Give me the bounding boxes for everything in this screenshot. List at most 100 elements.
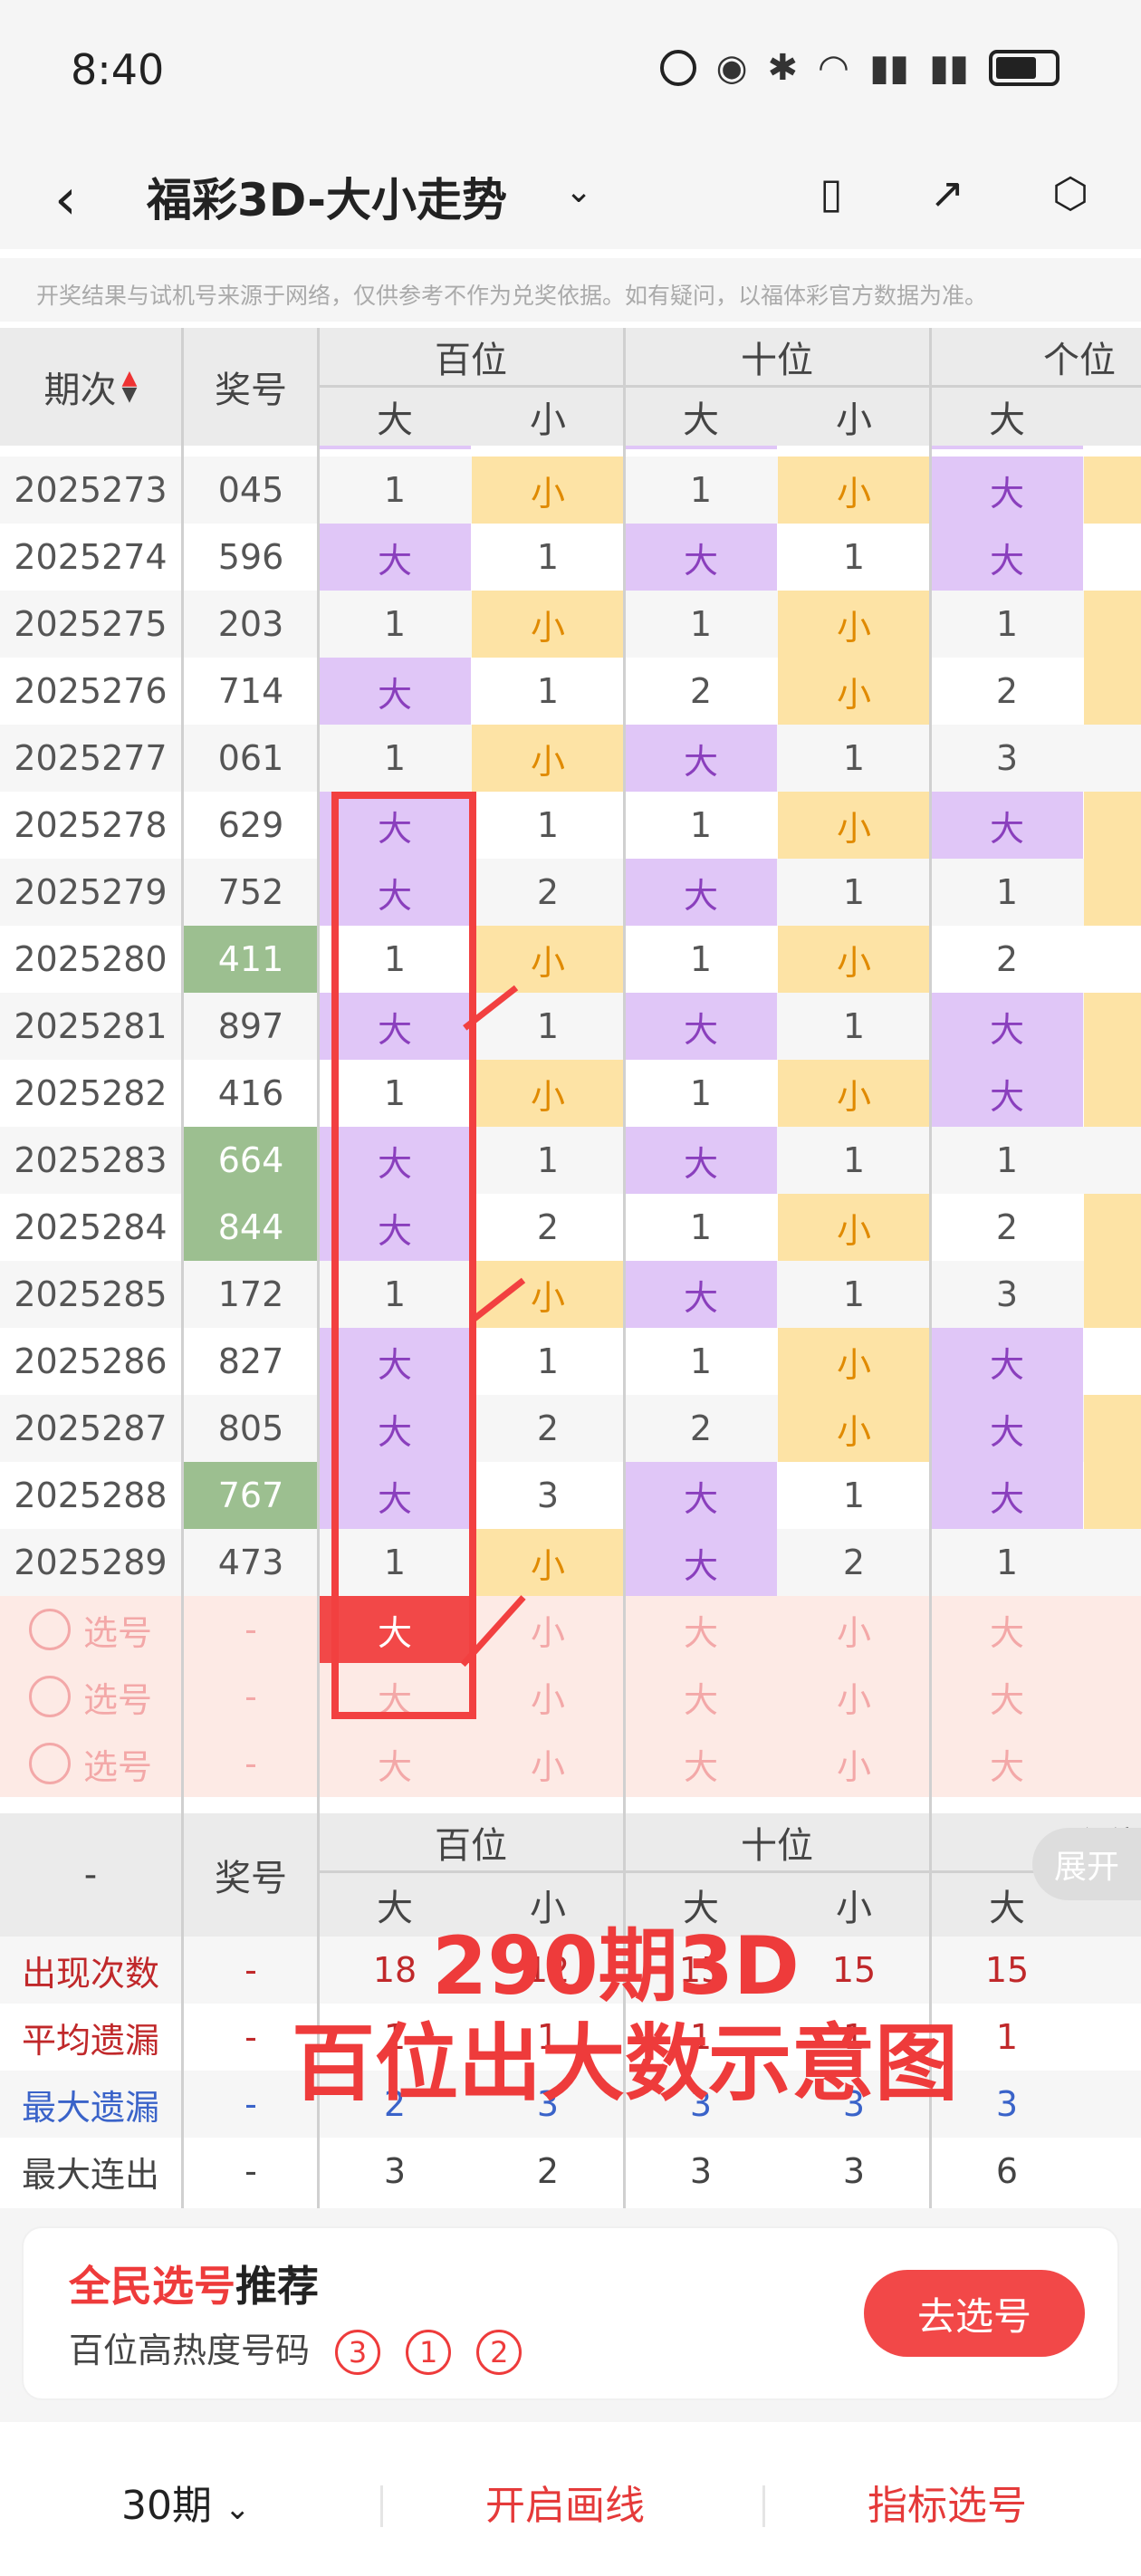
number-cell: 045 bbox=[217, 470, 284, 510]
partial-cell bbox=[1084, 591, 1141, 658]
radio-icon[interactable] bbox=[28, 1743, 71, 1784]
pick-cell[interactable]: 小 bbox=[778, 1596, 930, 1663]
sub-big: 大 bbox=[377, 399, 413, 441]
device-icon[interactable]: ▯ bbox=[802, 164, 860, 222]
stats-value: 2 bbox=[536, 2151, 560, 2191]
trend-cell: 大 bbox=[931, 993, 1083, 1060]
period-cell: 2025276 bbox=[14, 671, 168, 711]
trend-cell: 小 bbox=[778, 1395, 930, 1462]
trend-cell: 1 bbox=[842, 738, 866, 778]
trend-cell: 1 bbox=[689, 1207, 713, 1247]
battery-icon bbox=[989, 50, 1060, 86]
pick-row[interactable]: 选号 - 大小大小大 bbox=[0, 1596, 1141, 1663]
trend-cell: 1 bbox=[995, 1543, 1019, 1582]
pick-label[interactable]: 选号 bbox=[0, 1663, 181, 1730]
trend-cell: 1 bbox=[536, 671, 560, 711]
trend-cell: 2 bbox=[536, 1207, 560, 1247]
trend-cell: 大 bbox=[625, 1529, 777, 1596]
pick-row[interactable]: 选号 - 大小大小大 bbox=[0, 1730, 1141, 1797]
period-header[interactable]: 期次 ▲ ▼ bbox=[0, 328, 181, 446]
annotation-title: 290期3D bbox=[432, 1919, 800, 2013]
radio-icon[interactable] bbox=[28, 1609, 71, 1650]
table-row: 2025275 203 1 小 1 小 1 bbox=[0, 591, 1141, 658]
pick-label[interactable]: 选号 bbox=[0, 1596, 181, 1663]
stats-header: - 奖号 百位 十位 个位 大 小 大 小 大 bbox=[0, 1813, 1141, 1937]
pick-cell[interactable]: 小 bbox=[472, 1730, 624, 1797]
stats-row: 最大连出 - 3 2 3 3 6 bbox=[0, 2138, 1141, 2205]
period-cell: 2025284 bbox=[14, 1207, 168, 1247]
partial-cell bbox=[1084, 926, 1141, 993]
pick-cell[interactable]: 小 bbox=[778, 1663, 930, 1730]
pick-cell[interactable]: 大 bbox=[931, 1596, 1083, 1663]
trend-cell: 小 bbox=[472, 1529, 624, 1596]
grid-divider bbox=[181, 328, 184, 1813]
table-row: 2025279 752 大 2 大 1 1 bbox=[0, 859, 1141, 926]
trend-cell: 小 bbox=[778, 591, 930, 658]
period-cell: 2025283 bbox=[14, 1140, 168, 1180]
trend-cell: 大 bbox=[319, 524, 471, 591]
draw-line-button[interactable]: 开启画线 bbox=[485, 2473, 645, 2531]
partial-cell bbox=[1084, 859, 1141, 926]
trend-cell: 大 bbox=[625, 1127, 777, 1194]
trend-cell: 小 bbox=[472, 591, 624, 658]
trend-cell: 大 bbox=[931, 1395, 1083, 1462]
pick-cell[interactable]: 大 bbox=[625, 1730, 777, 1797]
table-row: 2025284 844 大 2 1 小 2 bbox=[0, 1194, 1141, 1261]
partial-cell bbox=[1084, 993, 1141, 1060]
trend-cell: 1 bbox=[536, 1341, 560, 1381]
stats-label: 平均遗漏 bbox=[21, 2020, 159, 2061]
settings-icon[interactable]: ⬡ bbox=[1041, 164, 1099, 222]
trend-cell: 小 bbox=[472, 926, 624, 993]
status-icons: ◉ ✱ ◠ ▮▮ ▮▮ bbox=[659, 47, 1060, 89]
trend-cell: 2 bbox=[842, 1543, 866, 1582]
stats-value: 3 bbox=[383, 2151, 407, 2191]
hot-number-ball: 3 bbox=[335, 2330, 381, 2375]
pick-cell[interactable]: 大 bbox=[931, 1730, 1083, 1797]
trend-cell: 大 bbox=[931, 457, 1083, 524]
chevron-down-icon[interactable]: ⌄ bbox=[565, 173, 592, 210]
table-row: 2025277 061 1 小大 1 3 bbox=[0, 725, 1141, 792]
trend-cell: 小 bbox=[472, 457, 624, 524]
table-row: 2025289 473 1 小大 2 1 bbox=[0, 1529, 1141, 1596]
indicator-pick-button[interactable]: 指标选号 bbox=[868, 2473, 1027, 2531]
pick-cell[interactable]: 小 bbox=[778, 1730, 930, 1797]
pick-cell[interactable]: 大 bbox=[625, 1663, 777, 1730]
pick-cell[interactable]: 大 bbox=[931, 1663, 1083, 1730]
number-cell: 767 bbox=[183, 1462, 319, 1529]
page-title[interactable]: 福彩3D-大小走势 bbox=[147, 164, 507, 229]
period-cell: 2025285 bbox=[14, 1274, 168, 1314]
pick-cell[interactable]: 大 bbox=[625, 1596, 777, 1663]
trend-cell: 小 bbox=[778, 1194, 930, 1261]
sort-icon[interactable]: ▲ ▼ bbox=[122, 369, 138, 405]
divider bbox=[762, 2485, 765, 2527]
back-icon[interactable]: ‹ bbox=[54, 166, 77, 232]
number-cell: 827 bbox=[217, 1341, 284, 1381]
partial-cell bbox=[1084, 524, 1141, 591]
period-selector[interactable]: 30期 ⌄ bbox=[121, 2473, 251, 2531]
pick-cell[interactable]: 小 bbox=[472, 1663, 624, 1730]
stats-group-tens: 十位 bbox=[625, 1813, 929, 1873]
trend-cell: 1 bbox=[842, 1274, 866, 1314]
trend-cell: 小 bbox=[778, 792, 930, 859]
trend-cell: 1 bbox=[383, 470, 407, 510]
stats-value: 3 bbox=[842, 2151, 866, 2191]
number-cell: 411 bbox=[183, 926, 319, 993]
radio-icon[interactable] bbox=[28, 1676, 71, 1717]
pick-number: - bbox=[244, 1744, 257, 1783]
expand-button[interactable]: 展开 bbox=[1032, 1828, 1141, 1900]
share-icon[interactable]: ↗ bbox=[918, 164, 976, 222]
trend-cell: 3 bbox=[995, 1274, 1019, 1314]
trend-cell: 1 bbox=[536, 537, 560, 577]
pick-cell[interactable]: 大 bbox=[319, 1730, 471, 1797]
go-pick-button[interactable]: 去选号 bbox=[864, 2270, 1085, 2357]
pick-row[interactable]: 选号 - 大小大小大 bbox=[0, 1663, 1141, 1730]
highlight-box bbox=[331, 792, 476, 1719]
trend-cell: 1 bbox=[995, 1140, 1019, 1180]
pick-number: - bbox=[244, 1610, 257, 1649]
pick-label[interactable]: 选号 bbox=[0, 1730, 181, 1797]
grid-header: 期次 ▲ ▼ 奖号 百位 十位 个位 大 小 大 小 大 bbox=[0, 328, 1141, 446]
partial-cell bbox=[1084, 1060, 1141, 1127]
period-cell: 2025286 bbox=[14, 1341, 168, 1381]
period-cell: 2025289 bbox=[14, 1543, 168, 1582]
stats-divider bbox=[181, 1813, 184, 2208]
